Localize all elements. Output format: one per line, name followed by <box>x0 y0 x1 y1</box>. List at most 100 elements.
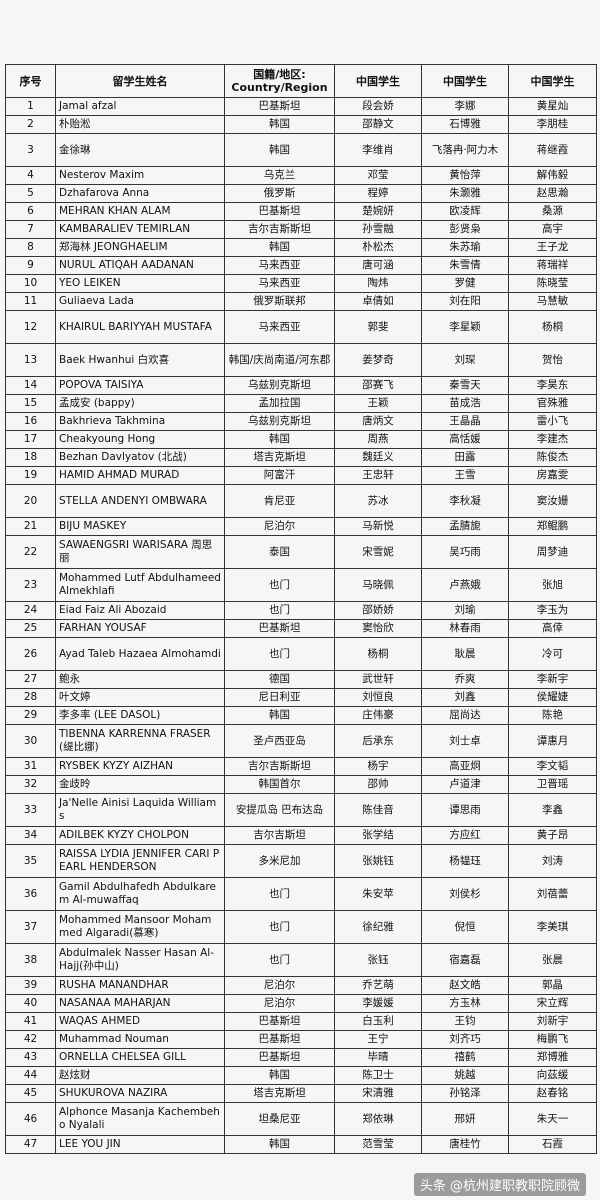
row-number: 43 <box>5 1048 56 1067</box>
chinese-student-1: 张钰 <box>334 943 422 977</box>
chinese-student-3: 向茲缓 <box>508 1066 597 1085</box>
country-region: 坦桑尼亚 <box>224 1102 335 1136</box>
table-row: 11 Guliaeva Lada 俄罗斯联邦 卓倩如 刘在阳 马慧敏 <box>5 292 597 311</box>
chinese-student-1: 宋清雅 <box>334 1084 422 1103</box>
country-region: 吉尔吉斯斯坦 <box>224 757 335 776</box>
header-chinese-student-3: 中国学生 <box>508 64 597 98</box>
chinese-student-3: 李朋桂 <box>508 115 597 134</box>
chinese-student-3: 石霞 <box>508 1135 597 1154</box>
chinese-student-3: 杨桐 <box>508 310 597 344</box>
country-region: 塔吉克斯坦 <box>224 448 335 467</box>
country-region: 马来西亚 <box>224 256 335 275</box>
chinese-student-2: 刘齐巧 <box>421 1030 509 1049</box>
chinese-student-1: 后承东 <box>334 724 422 758</box>
table-row: 16 Bakhrieva Takhmina 乌兹别克斯坦 唐炳文 王晶晶 雷小飞 <box>5 412 597 431</box>
table-row: 37 Mohammed Mansoor Mohammed Algaradi(慕寒)… <box>5 910 597 944</box>
foreign-student-name: Cheakyoung Hong <box>55 430 225 449</box>
row-number: 42 <box>5 1030 56 1049</box>
chinese-student-3: 官殊雅 <box>508 394 597 413</box>
foreign-student-name: RAISSA LYDIA JENNIFER CARI PEARL HENDERS… <box>55 844 225 878</box>
row-number: 41 <box>5 1012 56 1031</box>
country-region: 吉尔吉斯斯坦 <box>224 220 335 239</box>
country-region: 圣卢西亚岛 <box>224 724 335 758</box>
table-row: 8 郑海林 JEONGHAELIM 韩国 朴松杰 朱苏瑜 王子龙 <box>5 238 597 257</box>
foreign-student-name: YEO LEIKEN <box>55 274 225 293</box>
chinese-student-2: 屈尚达 <box>421 706 509 725</box>
chinese-student-3: 冷可 <box>508 637 597 671</box>
chinese-student-1: 周燕 <box>334 430 422 449</box>
country-region: 塔吉克斯坦 <box>224 1084 335 1103</box>
table-row: 43 ORNELLA CHELSEA GILL 巴基斯坦 毕晴 禧鹤 郑博雅 <box>5 1048 597 1067</box>
table-row: 17 Cheakyoung Hong 韩国 周燕 高恬媛 李建杰 <box>5 430 597 449</box>
row-number: 36 <box>5 877 56 911</box>
row-number: 6 <box>5 202 56 221</box>
row-number: 4 <box>5 166 56 185</box>
chinese-student-3: 朱天一 <box>508 1102 597 1136</box>
document-page: 序号 留学生姓名 国籍/地区: Country/Region 中国学生 中国学生… <box>0 0 600 1200</box>
chinese-student-3: 李建杰 <box>508 430 597 449</box>
row-number: 14 <box>5 376 56 395</box>
chinese-student-3: 郭晶 <box>508 976 597 995</box>
chinese-student-3: 赵思瀚 <box>508 184 597 203</box>
row-number: 25 <box>5 619 56 638</box>
chinese-student-2: 秦雪天 <box>421 376 509 395</box>
row-number: 24 <box>5 601 56 620</box>
row-number: 34 <box>5 826 56 845</box>
country-region: 马来西亚 <box>224 274 335 293</box>
chinese-student-1: 郑依琳 <box>334 1102 422 1136</box>
header-chinese-student-1: 中国学生 <box>334 64 422 98</box>
table-row: 25 FARHAN YOUSAF 巴基斯坦 窦怡欣 林春雨 高倖 <box>5 619 597 638</box>
row-number: 45 <box>5 1084 56 1103</box>
chinese-student-2: 黄怡萍 <box>421 166 509 185</box>
foreign-student-name: NASANAA MAHARJAN <box>55 994 225 1013</box>
chinese-student-2: 唐桂竹 <box>421 1135 509 1154</box>
chinese-student-1: 陈卫士 <box>334 1066 422 1085</box>
table-row: 7 KAMBARALIEV TEMIRLAN 吉尔吉斯斯坦 孙雪融 彭贤枭 高宇 <box>5 220 597 239</box>
table-row: 14 POPOVA TAISIYA 乌兹别克斯坦 邵赛飞 秦雪天 李昊东 <box>5 376 597 395</box>
chinese-student-2: 苗成浩 <box>421 394 509 413</box>
chinese-student-2: 刘在阳 <box>421 292 509 311</box>
chinese-student-1: 杨宇 <box>334 757 422 776</box>
chinese-student-1: 窦怡欣 <box>334 619 422 638</box>
country-region: 乌兹别克斯坦 <box>224 412 335 431</box>
chinese-student-1: 魏廷义 <box>334 448 422 467</box>
country-region: 也门 <box>224 910 335 944</box>
foreign-student-name: 金歧昤 <box>55 775 225 794</box>
foreign-student-name: Baek Hwanhui 白欢喜 <box>55 343 225 377</box>
table-row: 19 HAMID AHMAD MURAD 阿富汗 王忠轩 王雪 房嘉雯 <box>5 466 597 485</box>
table-row: 10 YEO LEIKEN 马来西亚 陶炜 罗健 陈晓莹 <box>5 274 597 293</box>
chinese-student-3: 刘涛 <box>508 844 597 878</box>
table-row: 44 赵炫财 韩国 陈卫士 姚越 向茲缓 <box>5 1066 597 1085</box>
country-region: 泰国 <box>224 535 335 569</box>
chinese-student-2: 王晶晶 <box>421 412 509 431</box>
chinese-student-1: 楚婉妍 <box>334 202 422 221</box>
foreign-student-name: RYSBEK KYZY AIZHAN <box>55 757 225 776</box>
foreign-student-name: Dzhafarova Anna <box>55 184 225 203</box>
chinese-student-3: 侯耀婕 <box>508 688 597 707</box>
foreign-student-name: HAMID AHMAD MURAD <box>55 466 225 485</box>
chinese-student-3: 李昊东 <box>508 376 597 395</box>
table-row: 12 KHAIRUL BARIYYAH MUSTAFA 马来西亚 郭斐 李星颖 杨桐 <box>5 310 597 344</box>
chinese-student-2: 卢道津 <box>421 775 509 794</box>
row-number: 19 <box>5 466 56 485</box>
foreign-student-name: TIBENNA KARRENNA FRASER (缇比娜) <box>55 724 225 758</box>
foreign-student-name: Jamal afzal <box>55 97 225 116</box>
chinese-student-3: 郑鲲鹏 <box>508 517 597 536</box>
header-student-name: 留学生姓名 <box>55 64 225 98</box>
chinese-student-1: 陈佳音 <box>334 793 422 827</box>
chinese-student-2: 刘鑫 <box>421 688 509 707</box>
foreign-student-name: Eiad Faiz Ali Abozaid <box>55 601 225 620</box>
row-number: 13 <box>5 343 56 377</box>
country-region: 韩国/庆尚南道/河东郡 <box>224 343 335 377</box>
chinese-student-2: 林春雨 <box>421 619 509 638</box>
row-number: 33 <box>5 793 56 827</box>
chinese-student-1: 姜梦奇 <box>334 343 422 377</box>
country-region: 尼泊尔 <box>224 517 335 536</box>
country-region: 韩国首尔 <box>224 775 335 794</box>
table-row: 46 Alphonce Masanja Kachembeho Nyalali 坦桑尼… <box>5 1102 597 1136</box>
foreign-student-name: MEHRAN KHAN ALAM <box>55 202 225 221</box>
table-row: 29 李多率 (LEE DASOL) 韩国 庄伟豪 屈尚达 陈艳 <box>5 706 597 725</box>
chinese-student-2: 方玉林 <box>421 994 509 1013</box>
chinese-student-1: 范雪莹 <box>334 1135 422 1154</box>
chinese-student-2: 倪恒 <box>421 910 509 944</box>
